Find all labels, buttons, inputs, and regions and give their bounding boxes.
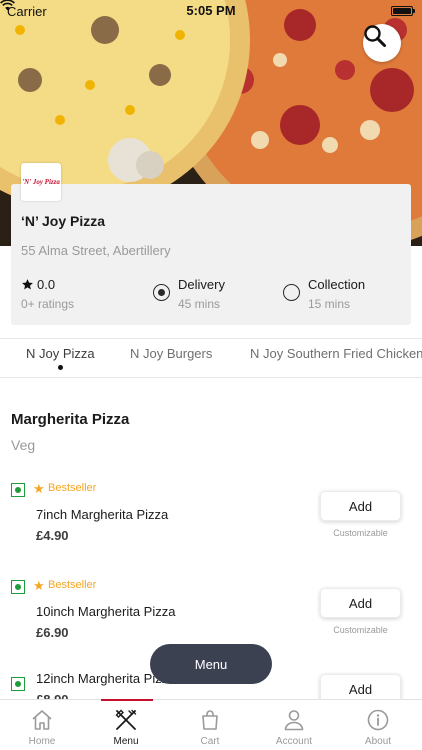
- category-tabs: N Joy Pizza N Joy Burgers N Joy Southern…: [0, 338, 422, 378]
- nav-about[interactable]: About: [336, 700, 420, 750]
- nav-menu-label: Menu: [113, 736, 139, 747]
- bestseller-star-icon: ★: [33, 481, 45, 496]
- menu-float-button[interactable]: Menu: [150, 644, 272, 684]
- collection-option[interactable]: Collection 15 mins: [308, 277, 365, 311]
- bestseller-star-icon: ★: [33, 578, 45, 593]
- item-name[interactable]: 7inch Margherita Pizza: [36, 507, 168, 522]
- nav-cart[interactable]: Cart: [168, 700, 252, 750]
- status-time: 5:05 PM: [186, 3, 236, 18]
- status-bar: Carrier 5:05 PM: [0, 0, 422, 22]
- veg-icon: [11, 483, 25, 497]
- tab-n-joy-southern-fried-chicken[interactable]: N Joy Southern Fried Chicken: [250, 346, 422, 361]
- nav-cart-label: Cart: [200, 736, 220, 747]
- shopping-bag-icon: [202, 710, 218, 730]
- item-price: £6.90: [36, 625, 69, 640]
- delivery-radio[interactable]: [153, 284, 170, 301]
- nav-about-label: About: [364, 736, 392, 747]
- tab-n-joy-pizza[interactable]: N Joy Pizza: [26, 346, 95, 361]
- customizable-label: Customizable: [333, 625, 388, 635]
- restaurant-address: 55 Alma Street, Abertillery: [21, 243, 171, 258]
- restaurant-name: ‘N’ Joy Pizza: [21, 213, 106, 229]
- item-price: £4.90: [36, 528, 69, 543]
- nav-home[interactable]: Home: [0, 700, 84, 750]
- section-subtitle: Veg: [11, 437, 36, 453]
- veg-icon: [11, 580, 25, 594]
- search-button[interactable]: [363, 24, 401, 62]
- nav-home-label: Home: [28, 736, 56, 747]
- nav-account[interactable]: Account: [252, 700, 336, 750]
- bestseller-badge: Bestseller: [48, 579, 97, 591]
- add-button[interactable]: Add: [320, 491, 401, 521]
- item-name[interactable]: 10inch Margherita Pizza: [36, 604, 175, 619]
- bottom-navigation: Home Menu Cart Account About: [0, 699, 422, 750]
- tab-n-joy-burgers[interactable]: N Joy Burgers: [130, 346, 212, 361]
- add-button[interactable]: Add: [320, 588, 401, 618]
- restaurant-info-card: ‘N’ Joy Pizza 55 Alma Street, Abertiller…: [11, 184, 411, 325]
- search-icon: [364, 25, 386, 47]
- active-tab-indicator: [58, 365, 63, 370]
- logo-text: 'N' Joy Pizza: [22, 178, 60, 186]
- bestseller-badge: Bestseller: [48, 482, 97, 494]
- nav-menu[interactable]: Menu: [84, 700, 168, 750]
- section-title: Margherita Pizza: [11, 411, 130, 428]
- veg-icon: [11, 677, 25, 691]
- delivery-time: 45 mins: [178, 297, 221, 311]
- collection-label: Collection: [308, 277, 366, 292]
- home-icon: [32, 710, 52, 730]
- rating-count: 0+ ratings: [21, 297, 75, 311]
- menu-item: ★ Bestseller 7inch Margherita Pizza £4.9…: [0, 475, 422, 572]
- fork-knife-icon: [115, 709, 137, 730]
- rating-value: 0.0: [37, 277, 56, 292]
- star-icon: [22, 279, 33, 290]
- collection-time: 15 mins: [308, 297, 351, 311]
- customizable-label: Customizable: [333, 528, 388, 538]
- info-icon: [367, 709, 389, 731]
- collection-radio[interactable]: [283, 284, 300, 301]
- nav-account-label: Account: [275, 736, 313, 747]
- user-icon: [284, 710, 304, 731]
- delivery-option[interactable]: Delivery 45 mins: [178, 277, 225, 311]
- rating-block: 0.0 0+ ratings: [21, 277, 74, 311]
- delivery-label: Delivery: [178, 277, 225, 292]
- restaurant-logo: 'N' Joy Pizza: [21, 163, 61, 201]
- battery-icon: [391, 6, 415, 16]
